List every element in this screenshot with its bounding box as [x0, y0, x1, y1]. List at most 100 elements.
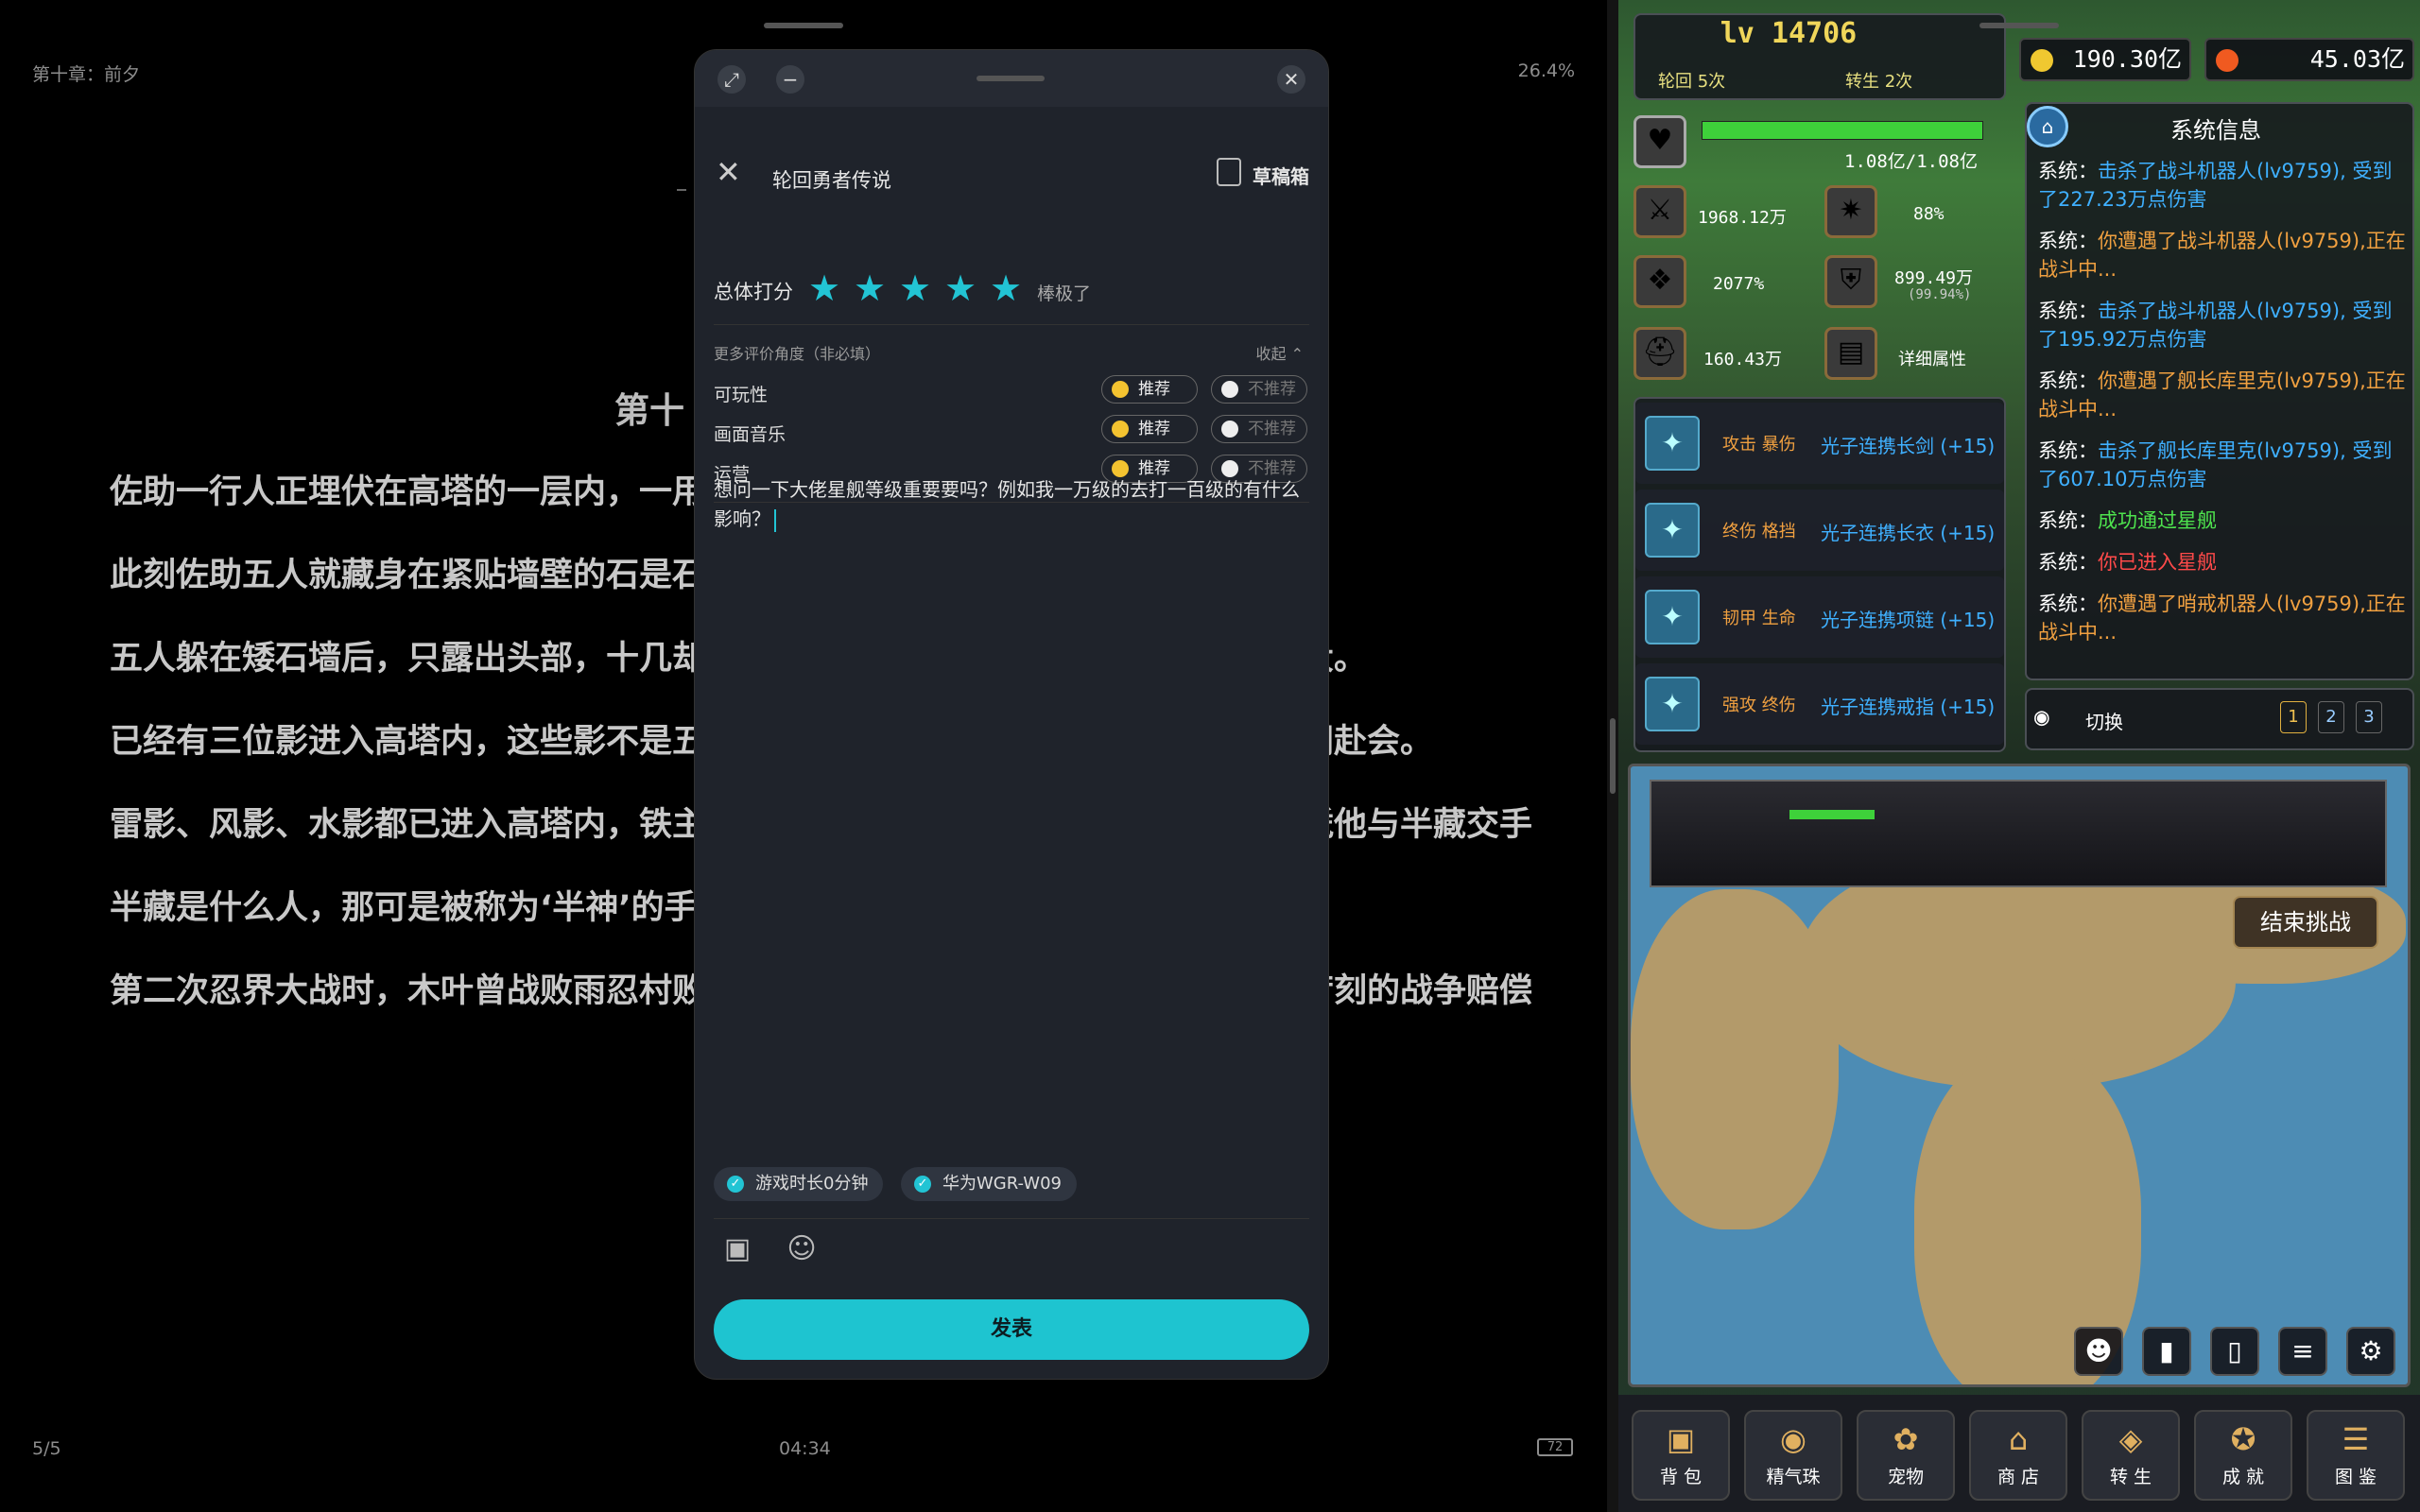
not-recommend-button[interactable]: 不推荐: [1211, 375, 1307, 404]
log-sender: 系统：: [2038, 509, 2098, 532]
star-rating[interactable]: ★ ★ ★ ★ ★: [808, 267, 1035, 309]
coin-icon: [2031, 49, 2053, 72]
divider: [714, 324, 1309, 325]
nav-label: 精气珠: [1766, 1467, 1821, 1487]
star-icon[interactable]: ★: [808, 267, 854, 309]
split-divider[interactable]: [1607, 0, 1618, 1512]
log-sender: 系统：: [2038, 593, 2098, 615]
nav-spirit-orb[interactable]: ◉ 精气珠: [1744, 1410, 1842, 1501]
not-recommend-label: 不推荐: [1248, 420, 1296, 438]
window-grip[interactable]: [764, 23, 843, 28]
equip-type: 强攻 终伤: [1722, 696, 1796, 715]
nav-shop[interactable]: ⌂ 商 店: [1969, 1410, 2067, 1501]
player-level: lv 14706: [1720, 17, 1858, 50]
equipment-slot[interactable]: ✦ 强攻 终伤 光子连携戒指 (+15): [1635, 663, 2004, 745]
post-button[interactable]: 发表: [714, 1299, 1309, 1360]
chart-icon[interactable]: ▮: [2142, 1327, 2191, 1376]
screen: 第十章：前夕 26.4% 第十 佐助一行人正埋伏在高塔的一层内，一用于武士警戒或…: [0, 0, 2420, 1512]
tag-device[interactable]: ✓ 华为WGR-W09: [901, 1167, 1077, 1201]
divider: [677, 189, 686, 191]
check-icon: ✓: [727, 1176, 744, 1193]
nav-label: 图 鉴: [2334, 1467, 2377, 1487]
equip-name: 光子连携长剑 (+15): [1821, 435, 1996, 457]
review-dialog: ⤢ − ✕ ✕ 轮回勇者传说 草稿箱 总体打分 ★ ★ ★ ★ ★ 棒极了 更多…: [694, 49, 1329, 1380]
equipment-slot[interactable]: ✦ 韧甲 生命 光子连携项链 (+15): [1635, 576, 2004, 658]
recommend-button[interactable]: 推荐: [1101, 415, 1198, 443]
minimize-icon[interactable]: −: [776, 65, 804, 94]
system-log[interactable]: 系统：击杀了战斗机器人(lv9759), 受到了227.23万点伤害 系统：你遭…: [2038, 157, 2407, 675]
nav-label: 商 店: [1996, 1467, 2040, 1487]
page-indicator: 5/5: [32, 1438, 61, 1459]
nav-pet[interactable]: ✿ 宠物: [1857, 1410, 1955, 1501]
trophy-icon: ✪: [2230, 1421, 2256, 1457]
draft-button[interactable]: 草稿箱: [1253, 162, 1309, 189]
crit-stat: 88%: [1913, 204, 1945, 224]
book-icon[interactable]: ▤: [1824, 327, 1877, 380]
nav-achievement[interactable]: ✪ 成 就: [2194, 1410, 2292, 1501]
nav-codex[interactable]: ☰ 图 鉴: [2307, 1410, 2405, 1501]
star-icon[interactable]: ★: [854, 267, 899, 309]
log-text: 成功通过星舰: [2098, 509, 2217, 532]
log-sender: 系统：: [2038, 230, 2098, 252]
criterion-label: 画面音乐: [714, 424, 786, 445]
equip-name: 光子连携项链 (+15): [1821, 609, 1996, 631]
world-map[interactable]: [1628, 764, 2411, 1387]
image-icon[interactable]: ▣: [721, 1233, 753, 1265]
nav-label: 宠物: [1887, 1467, 1924, 1487]
nav-bag[interactable]: ▣ 背 包: [1632, 1410, 1730, 1501]
split-handle[interactable]: [1610, 718, 1616, 794]
star-icon[interactable]: ★: [944, 267, 990, 309]
bookmark-icon[interactable]: ▯: [2210, 1327, 2259, 1376]
avatar-icon[interactable]: ☻: [2074, 1327, 2123, 1376]
collapse-button[interactable]: 收起 ⌃: [1256, 341, 1305, 364]
system-title: 系统信息: [2170, 117, 2261, 144]
battle-scene: [1650, 780, 2387, 887]
star-icon[interactable]: ★: [899, 267, 944, 309]
rebirth-count: 转生 2次: [1845, 72, 1913, 92]
page-button-1[interactable]: 1: [2280, 701, 2307, 733]
close-icon[interactable]: ✕: [716, 154, 741, 190]
floating-window-grip[interactable]: [977, 76, 1045, 81]
tag-playtime[interactable]: ✓ 游戏时长0分钟: [714, 1167, 884, 1201]
defense-percent: (99.94%): [1908, 287, 1972, 302]
log-sender: 系统：: [2038, 439, 2098, 462]
recommend-button[interactable]: 推荐: [1101, 375, 1198, 404]
draft-icon[interactable]: [1217, 158, 1241, 186]
bag-icon: ▣: [1666, 1421, 1696, 1457]
expand-icon[interactable]: ⤢: [717, 65, 746, 94]
fire-value: 45.03亿: [2309, 45, 2405, 73]
log-entry: 系统：击杀了战斗机器人(lv9759), 受到了195.92万点伤害: [2038, 297, 2407, 353]
sword-icon: ⚔: [1634, 185, 1686, 238]
emoji-icon[interactable]: ☺: [786, 1233, 818, 1265]
radio-icon: [1221, 381, 1238, 398]
sword-icon: ✦: [1645, 416, 1700, 471]
rating-word: 棒极了: [1037, 284, 1092, 304]
pet-icon: ✿: [1893, 1421, 1919, 1457]
text-caret: [774, 508, 776, 532]
sliders-icon[interactable]: ≡: [2278, 1327, 2327, 1376]
score-label: 总体打分: [714, 281, 793, 303]
window-grip[interactable]: [1979, 23, 2059, 28]
page-button-3[interactable]: 3: [2356, 701, 2382, 733]
not-recommend-button[interactable]: 不推荐: [1211, 415, 1307, 443]
gold-counter: 190.30亿: [2019, 38, 2191, 81]
hp-stat: 160.43万: [1703, 350, 1783, 369]
recommend-label: 推荐: [1138, 420, 1170, 438]
tag-label: 游戏时长0分钟: [755, 1174, 869, 1194]
equipment-slot[interactable]: ✦ 攻击 暴伤 光子连携长剑 (+15): [1635, 403, 2004, 484]
smile-icon: [1112, 381, 1129, 398]
end-challenge-button[interactable]: 结束挑战: [2233, 896, 2378, 949]
gear-icon[interactable]: ⚙: [2346, 1327, 2395, 1376]
equip-name: 光子连携长衣 (+15): [1821, 522, 1996, 544]
equipment-slot[interactable]: ✦ 终伤 格挡 光子连携长衣 (+15): [1635, 490, 2004, 571]
gold-value: 190.30亿: [2072, 45, 2182, 73]
switch-button[interactable]: 切换: [2085, 707, 2123, 734]
close-window-icon[interactable]: ✕: [1277, 65, 1305, 94]
detail-attributes-button[interactable]: 详细属性: [1898, 346, 1966, 370]
page-button-2[interactable]: 2: [2318, 701, 2344, 733]
comment-textarea[interactable]: 想问一下大佬星舰等级重要要吗？例如我一万级的去打一百级的有什么影响？: [714, 475, 1315, 534]
log-entry: 系统：你遭遇了哨戒机器人(lv9759),正在战斗中...: [2038, 590, 2407, 646]
nav-rebirth[interactable]: ◈ 转 生: [2082, 1410, 2180, 1501]
crit-icon: ✷: [1824, 185, 1877, 238]
star-icon[interactable]: ★: [990, 267, 1035, 309]
